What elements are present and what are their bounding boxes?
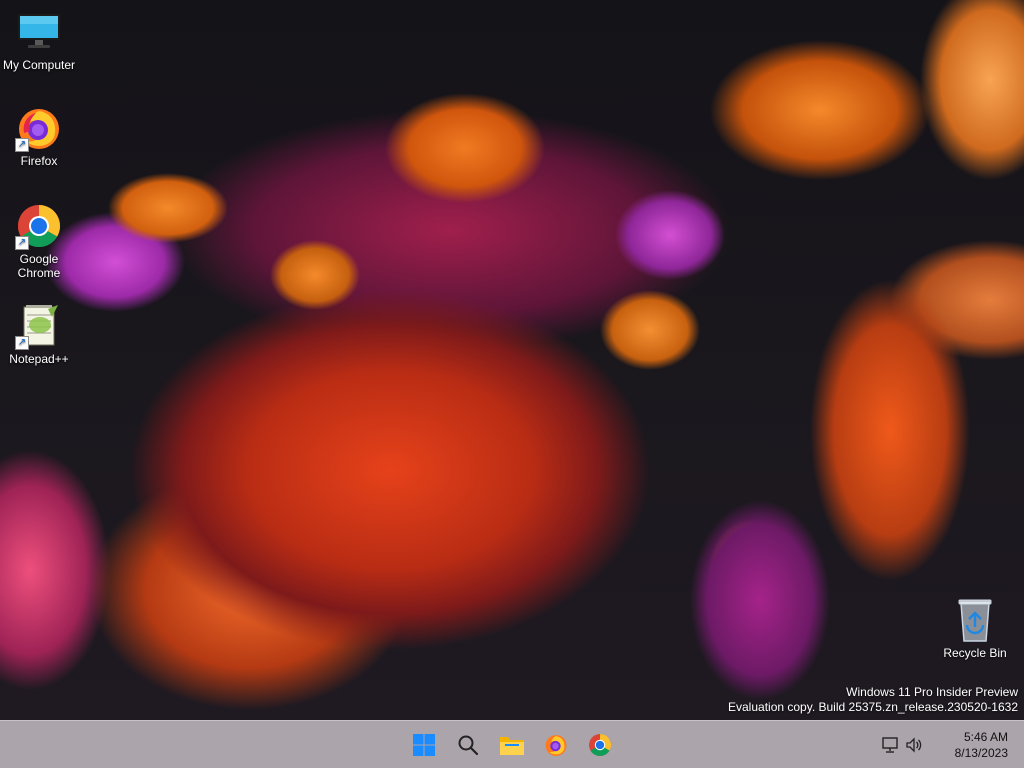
firefox-icon: ↗ <box>15 104 63 152</box>
taskbar: 5:46 AM 8/13/2023 <box>0 720 1024 768</box>
desktop-icon-label: Firefox <box>20 154 58 168</box>
desktop-icon-google-chrome[interactable]: ↗ Google Chrome <box>1 202 77 280</box>
chrome-taskbar-button[interactable] <box>582 727 618 763</box>
chrome-icon: ↗ <box>15 202 63 250</box>
shortcut-arrow-icon: ↗ <box>15 336 29 350</box>
search-button[interactable] <box>450 727 486 763</box>
watermark-line-2: Evaluation copy. Build 25375.zn_release.… <box>728 700 1018 714</box>
desktop-icon-my-computer[interactable]: My Computer <box>1 8 77 72</box>
desktop-icon-label: Google Chrome <box>17 252 61 280</box>
desktop-icon-recycle-bin[interactable]: Recycle Bin <box>937 596 1013 660</box>
clock-time: 5:46 AM <box>963 730 1008 744</box>
file-explorer-button[interactable] <box>494 727 530 763</box>
shortcut-arrow-icon: ↗ <box>15 138 29 152</box>
system-tray: 5:46 AM 8/13/2023 <box>880 721 1024 768</box>
recycle-bin-icon <box>951 596 999 644</box>
watermark-line-1: Windows 11 Pro Insider Preview <box>846 685 1018 699</box>
desktop-icon-label: My Computer <box>2 58 76 72</box>
firefox-icon <box>545 735 567 756</box>
start-button[interactable] <box>406 727 442 763</box>
clock-date: 8/13/2023 <box>954 746 1008 760</box>
search-icon <box>458 735 479 756</box>
firefox-taskbar-button[interactable] <box>538 727 574 763</box>
chrome-icon <box>589 734 611 756</box>
desktop-icon-firefox[interactable]: ↗ Firefox <box>1 104 77 168</box>
clock[interactable]: 5:46 AM 8/13/2023 <box>928 729 1024 761</box>
monitor-icon <box>15 8 63 56</box>
network-icon[interactable] <box>880 735 900 755</box>
speaker-icon[interactable] <box>904 735 924 755</box>
folder-icon <box>500 737 524 755</box>
desktop[interactable]: My Computer ↗ Firefox ↗ Google Chrome ↗ … <box>0 0 1024 768</box>
notepad-plus-plus-icon: ↗ <box>15 302 63 350</box>
shortcut-arrow-icon: ↗ <box>15 236 29 250</box>
windows-start-icon <box>413 734 435 756</box>
desktop-icon-label: Recycle Bin <box>943 646 1007 660</box>
desktop-icon-label: Notepad++ <box>9 352 69 366</box>
build-watermark: Windows 11 Pro Insider Preview Evaluatio… <box>728 685 1018 715</box>
desktop-icon-notepad-plus-plus[interactable]: ↗ Notepad++ <box>1 302 77 366</box>
